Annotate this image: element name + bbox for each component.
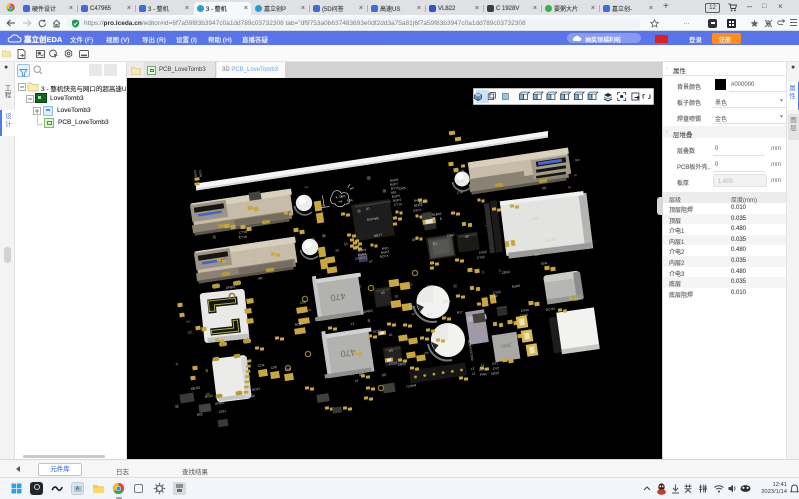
svg-text:U8: U8: [465, 234, 470, 239]
svg-text:XT: XT: [369, 259, 374, 264]
svg-text:U1: U1: [366, 206, 371, 211]
svg-text:Q3: Q3: [409, 304, 414, 309]
svg-text:Q1: Q1: [433, 241, 438, 246]
svg-text:U9: U9: [389, 348, 394, 353]
svg-text:U5: U5: [381, 290, 386, 295]
